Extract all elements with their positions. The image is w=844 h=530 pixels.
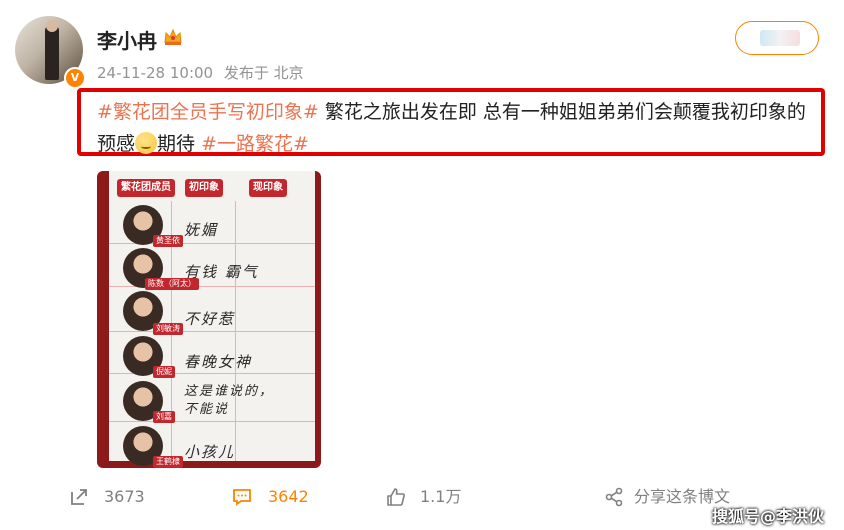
repost-count[interactable]: 3673: [104, 486, 145, 508]
like-icon[interactable]: [386, 487, 406, 507]
avatar-head: [46, 20, 58, 32]
handwritten-note: 春晚女神: [184, 353, 253, 371]
follow-button-label-blurred: [760, 30, 800, 46]
comment-icon[interactable]: [232, 487, 252, 507]
avatar-figure: [45, 24, 59, 80]
verified-badge-icon: V: [64, 67, 86, 89]
thinking-emoji-icon: [135, 132, 158, 154]
follow-button[interactable]: [735, 21, 819, 55]
username[interactable]: 李小冉: [97, 25, 157, 54]
post-body-2: 期待: [157, 133, 202, 155]
repost-icon[interactable]: [69, 487, 89, 507]
post-source: 发布于 北京: [223, 64, 304, 82]
post-timestamp[interactable]: 24-11-28 10:00: [97, 64, 213, 82]
share-icon[interactable]: [604, 487, 624, 507]
handwritten-note: 妩媚: [184, 221, 219, 239]
watermark: 搜狐号@李洪伙: [712, 507, 825, 526]
like-count[interactable]: 1.1万: [420, 486, 461, 508]
handwritten-note: 不好惹: [184, 310, 236, 328]
topic-link-2[interactable]: #一路繁花#: [201, 133, 309, 155]
post-text: #繁花团全员手写初印象# 繁花之旅出发在即 总有一种姐姐弟弟们会颠覆我初印象的预…: [97, 96, 822, 160]
topic-link-1[interactable]: #繁花团全员手写初印象#: [97, 101, 319, 123]
handwritten-note: 有钱 霸气: [184, 263, 259, 281]
image-header-first: 初印象: [185, 179, 223, 197]
image-header-now: 现印象: [249, 179, 287, 197]
post-meta: 24-11-28 10:00 发布于 北京: [97, 62, 304, 83]
handwritten-note: 这是谁说的，不能说: [184, 384, 275, 417]
image-paper: 繁花团成员 初印象 现印象 黄圣依 妩媚 陈数（阿太） 有钱 霸气 刘敏涛 不好…: [109, 171, 315, 468]
comment-count[interactable]: 3642: [268, 486, 309, 508]
handwritten-note: 小孩儿: [184, 443, 236, 461]
image-header-members: 繁花团成员: [117, 179, 175, 197]
crown-icon: [164, 28, 182, 45]
member-name: 刘嘉: [153, 411, 175, 423]
member-name: 王鹤棣: [153, 456, 183, 468]
post-image[interactable]: 繁花团成员 初印象 现印象 黄圣依 妩媚 陈数（阿太） 有钱 霸气 刘敏涛 不好…: [97, 171, 321, 468]
